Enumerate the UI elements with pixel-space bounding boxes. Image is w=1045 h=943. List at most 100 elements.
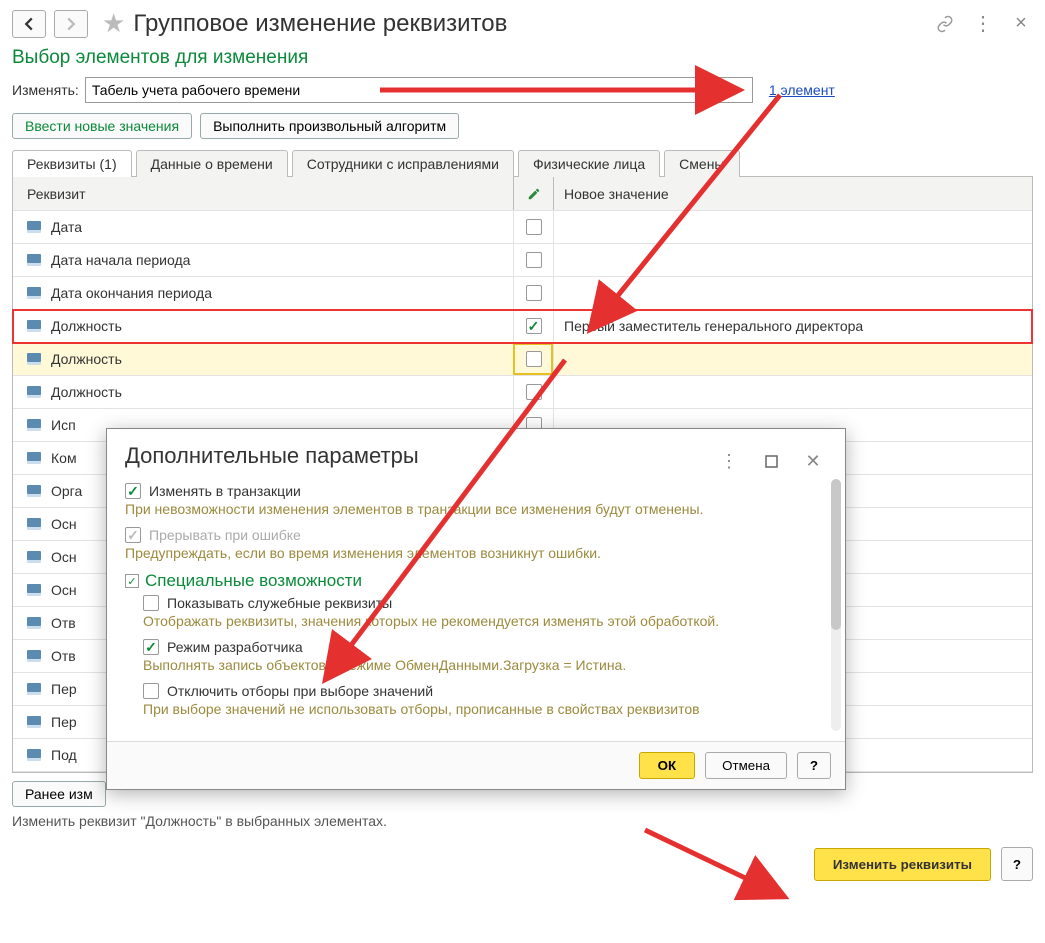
row-check[interactable] [526,285,542,301]
col-header-requisite[interactable]: Реквизит [13,186,513,202]
row-icon [27,653,41,659]
row-icon [27,521,41,527]
row-icon [27,356,41,362]
requisite-name: Дата [51,219,82,235]
row-icon [27,290,41,296]
requisite-name: Отв [51,648,76,664]
row-icon [27,257,41,263]
back-button[interactable] [12,10,46,38]
object-type-input[interactable] [85,77,753,103]
requisite-name: Пер [51,714,77,730]
lbl-stop-on-error: Прерывать при ошибке [149,527,301,543]
hint-transaction: При невозможности изменения элементов в … [125,501,825,517]
requisite-name: Ком [51,450,77,466]
col-header-edit-icon[interactable] [513,177,553,210]
grid-row[interactable]: Дата [13,211,1032,244]
modal-kebab-icon[interactable]: ⋮ [717,449,741,473]
tab-shifts[interactable]: Смены [664,150,739,177]
star-icon[interactable]: ★ [102,8,125,39]
page-title: Групповое изменение реквизитов [133,10,507,38]
row-check[interactable] [526,219,542,235]
row-check[interactable] [526,252,542,268]
tab-time-data[interactable]: Данные о времени [136,150,288,177]
modal-ok-button[interactable]: ОК [639,752,696,779]
lbl-disable-filters: Отключить отборы при выборе значений [167,683,433,699]
chk-disable-filters[interactable] [143,683,159,699]
section-special[interactable]: ✓Специальные возможности [125,571,825,591]
modal-scrollbar[interactable] [831,479,841,731]
tab-persons[interactable]: Физические лица [518,150,660,177]
hint-dev: Выполнять запись объектов в режиме Обмен… [143,657,825,673]
row-icon [27,752,41,758]
subtitle: Выбор элементов для изменения [12,47,1033,69]
row-icon [27,224,41,230]
link-icon[interactable] [933,12,957,36]
requisite-name: Под [51,747,77,763]
grid-row[interactable]: Дата окончания периода [13,277,1032,310]
requisite-name: Пер [51,681,77,697]
chk-in-transaction[interactable] [125,483,141,499]
chk-dev-mode[interactable] [143,639,159,655]
grid-row[interactable]: Должность [13,376,1032,409]
requisite-name: Осн [51,582,77,598]
grid-row[interactable]: Должность [13,343,1032,376]
new-value[interactable] [553,277,1014,309]
chk-service-req[interactable] [143,595,159,611]
row-check[interactable] [526,384,542,400]
requisite-name: Должность [51,351,122,367]
modal-close-icon[interactable]: ✕ [801,449,825,473]
enter-values-button[interactable]: Ввести новые значения [12,113,192,139]
row-check[interactable] [526,351,542,367]
forward-button[interactable] [54,10,88,38]
run-algorithm-button[interactable]: Выполнить произвольный алгоритм [200,113,459,139]
row-icon [27,587,41,593]
requisite-name: Осн [51,549,77,565]
tab-employees[interactable]: Сотрудники с исправлениями [292,150,514,177]
requisite-name: Орга [51,483,82,499]
tab-requisites[interactable]: Реквизиты (1) [12,150,132,177]
change-label: Изменять: [12,82,79,98]
row-icon [27,488,41,494]
new-value[interactable] [553,211,1014,243]
hint-service: Отображать реквизиты, значения которых н… [143,613,825,629]
elements-count-link[interactable]: 1 элемент [769,82,835,98]
modal-cancel-button[interactable]: Отмена [705,752,787,779]
lbl-dev-mode: Режим разработчика [167,639,303,655]
earlier-changed-button[interactable]: Ранее изм [12,781,106,807]
modal-maximize-icon[interactable] [759,449,783,473]
row-icon [27,686,41,692]
row-icon [27,719,41,725]
chk-stop-on-error [125,527,141,543]
requisite-name: Должность [51,318,122,334]
close-icon[interactable]: × [1009,12,1033,36]
requisite-name: Дата начала периода [51,252,190,268]
modal-help-button[interactable]: ? [797,752,831,779]
new-value[interactable]: Первый заместитель генерального директор… [553,310,1014,342]
hint-filters: При выборе значений не использовать отбо… [143,701,825,717]
requisite-name: Отв [51,615,76,631]
col-header-value[interactable]: Новое значение [553,177,1014,210]
kebab-icon[interactable]: ⋮ [971,12,995,36]
grid-row[interactable]: Дата начала периода [13,244,1032,277]
row-icon [27,455,41,461]
tab-bar: Реквизиты (1) Данные о времени Сотрудник… [12,149,1033,177]
modal-title: Дополнительные параметры [125,443,419,469]
requisite-name: Дата окончания периода [51,285,212,301]
new-value[interactable] [553,244,1014,276]
new-value[interactable] [553,343,1014,375]
new-value[interactable] [553,376,1014,408]
row-icon [27,620,41,626]
requisite-name: Осн [51,516,77,532]
row-icon [27,389,41,395]
grid-row[interactable]: Должность Первый заместитель генерального… [13,310,1032,343]
help-button[interactable]: ? [1001,847,1033,881]
lbl-in-transaction: Изменять в транзакции [149,483,301,499]
row-icon [27,323,41,329]
change-requisites-button[interactable]: Изменить реквизиты [814,848,991,881]
requisite-name: Должность [51,384,122,400]
row-icon [27,422,41,428]
row-check[interactable] [526,318,542,334]
requisite-name: Исп [51,417,76,433]
status-text: Изменить реквизит "Должность" в выбранны… [12,813,1033,829]
additional-params-dialog: Дополнительные параметры ⋮ ✕ Изменять в … [106,428,846,790]
